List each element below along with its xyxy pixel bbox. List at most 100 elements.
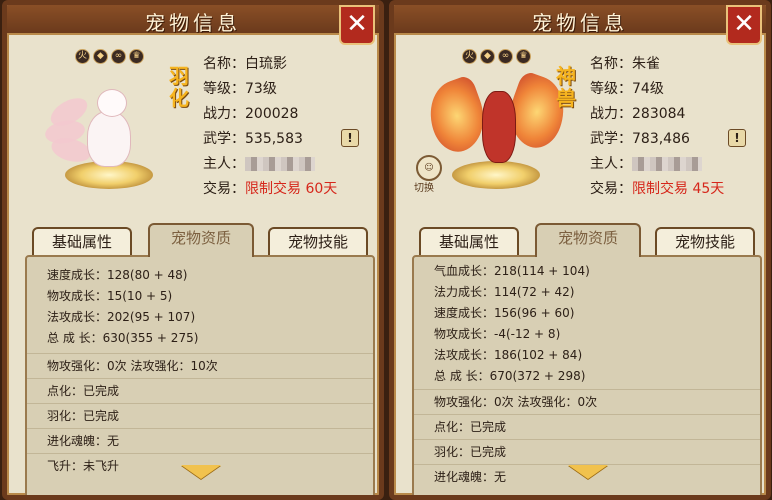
close-icon: ✕ [346,9,368,39]
pet-info-panel-right: 宠物信息 ✕ 火 ◆ ∞ ♛ 神兽 ☺ 切换 名称：朱雀 等级：74级 战力：2… [389,0,771,500]
info-label: 主人： [590,156,632,172]
info-label: 武学： [203,131,245,147]
fox-pet-body [87,111,131,167]
info-value: 783,486 [632,131,690,147]
pet-portrait: 火 ◆ ∞ ♛ [35,41,185,201]
growth-row: 速度成长：128(80 + 48) [47,268,188,282]
phys-enhance: 物攻强化：0次 [47,359,127,373]
info-trade: 交易：限制交易 45天 [590,178,760,203]
info-value: 535,583 [245,131,303,147]
element-icons: 火 ◆ ∞ ♛ [462,49,531,64]
growth-row: 法力成长：114(72 + 42) [434,285,575,299]
info-value: 283084 [632,106,686,122]
status-row: 羽化：已完成 [414,439,760,464]
growth-row: 气血成长：218(114 + 104) [434,264,590,278]
scroll-down-arrow-icon[interactable] [181,465,221,479]
growth-row: 物攻成长：-4(-12 + 8) [434,327,561,341]
tab-basic-attributes[interactable]: 基础属性 [32,227,132,257]
crown-element-icon: ♛ [129,49,144,64]
pet-info-list: 名称：朱雀 等级：74级 战力：283084 武学：783,486 主人： 交易… [590,53,760,203]
pet-portrait: 火 ◆ ∞ ♛ [419,41,575,201]
crown-element-icon: ♛ [516,49,531,64]
info-label: 交易： [590,181,632,197]
panel-title: 宠物信息 [145,11,241,35]
exclamation-icon: ! [347,131,353,145]
pet-pedestal [452,161,540,189]
aptitude-panel: 气血成长：218(114 + 104) 法力成长：114(72 + 42) 速度… [412,255,762,495]
pet-type-badge: 神兽 [556,64,576,110]
info-power: 战力：200028 [203,103,373,128]
info-value: 74级 [632,81,664,97]
owner-redacted [632,157,702,171]
info-label: 等级： [590,81,632,97]
growth-row: 物攻成长：15(10 + 5) [47,289,173,303]
growth-row: 总 成 长：630(355 + 275) [47,331,199,345]
crystal-element-icon: ◆ [93,49,108,64]
title-bar: 宠物信息 [7,5,379,35]
status-row: 点化：已完成 [414,414,760,439]
panel-title: 宠物信息 [532,11,628,35]
info-label: 战力： [203,106,245,122]
magic-enhance: 法攻强化：10次 [130,359,218,373]
magic-enhance: 法攻强化：0次 [517,395,598,409]
info-label: 武学： [590,131,632,147]
pet-info-list: 名称：白琉影 等级：73级 战力：200028 武学：535,583 主人： 交… [203,53,373,203]
infinity-element-icon: ∞ [111,49,126,64]
info-label: 名称： [203,56,245,72]
trade-restriction: 限制交易 60天 [245,181,338,197]
fox-pet-head [97,89,127,117]
fire-element-icon: 火 [462,49,477,64]
info-level: 等级：73级 [203,78,373,103]
info-owner: 主人： [203,153,373,178]
element-icons: 火 ◆ ∞ ♛ [75,49,144,64]
info-value: 白琉影 [245,56,287,72]
growth-row: 法攻成长：202(95 + 107) [47,310,196,324]
infinity-element-icon: ∞ [498,49,513,64]
growth-row: 法攻成长：186(102 + 84) [434,348,583,362]
info-level: 等级：74级 [590,78,760,103]
tab-pet-aptitude[interactable]: 宠物资质 [535,223,641,257]
tab-bar: 基础属性 宠物资质 宠物技能 [32,223,372,257]
face-icon: ☺ [424,163,434,173]
info-value: 73级 [245,81,277,97]
info-value: 朱雀 [632,56,660,72]
info-name: 名称：朱雀 [590,53,760,78]
info-label: 等级： [203,81,245,97]
info-owner: 主人： [590,153,760,178]
owner-redacted [245,157,315,171]
martial-detail-button[interactable]: ! [728,129,746,147]
close-button[interactable]: ✕ [339,5,375,45]
status-row: 点化：已完成 [27,378,373,403]
tab-pet-skills[interactable]: 宠物技能 [268,227,368,257]
growth-row: 速度成长：156(96 + 60) [434,306,575,320]
pet-info-panel-left: 宠物信息 ✕ 火 ◆ ∞ ♛ 羽化 名称：白琉影 等级：73级 战力：20002… [2,0,384,500]
growth-row: 总 成 长：670(372 + 298) [434,369,586,383]
info-label: 交易： [203,181,245,197]
enhance-row: 物攻强化：0次 法攻强化：10次 [27,353,373,378]
info-label: 战力： [590,106,632,122]
fire-element-icon: 火 [75,49,90,64]
info-label: 主人： [203,156,245,172]
trade-restriction: 限制交易 45天 [632,181,725,197]
phoenix-pet-body [482,91,516,163]
pet-type-badge: 羽化 [169,64,189,110]
scroll-down-arrow-icon[interactable] [568,465,608,479]
info-power: 战力：283084 [590,103,760,128]
crystal-element-icon: ◆ [480,49,495,64]
info-name: 名称：白琉影 [203,53,373,78]
tab-basic-attributes[interactable]: 基础属性 [419,227,519,257]
tab-pet-skills[interactable]: 宠物技能 [655,227,755,257]
tab-bar: 基础属性 宠物资质 宠物技能 [419,223,759,257]
info-trade: 交易：限制交易 60天 [203,178,373,203]
swap-label: 切换 [414,183,434,194]
info-label: 名称： [590,56,632,72]
phys-enhance: 物攻强化：0次 [434,395,514,409]
enhance-row: 物攻强化：0次 法攻强化：0次 [414,389,760,414]
tab-pet-aptitude[interactable]: 宠物资质 [148,223,254,257]
close-button[interactable]: ✕ [726,5,762,45]
status-row: 进化魂魄：无 [27,428,373,453]
martial-detail-button[interactable]: ! [341,129,359,147]
exclamation-icon: ! [734,131,740,145]
info-value: 200028 [245,106,299,122]
swap-button[interactable]: ☺ [416,155,442,181]
